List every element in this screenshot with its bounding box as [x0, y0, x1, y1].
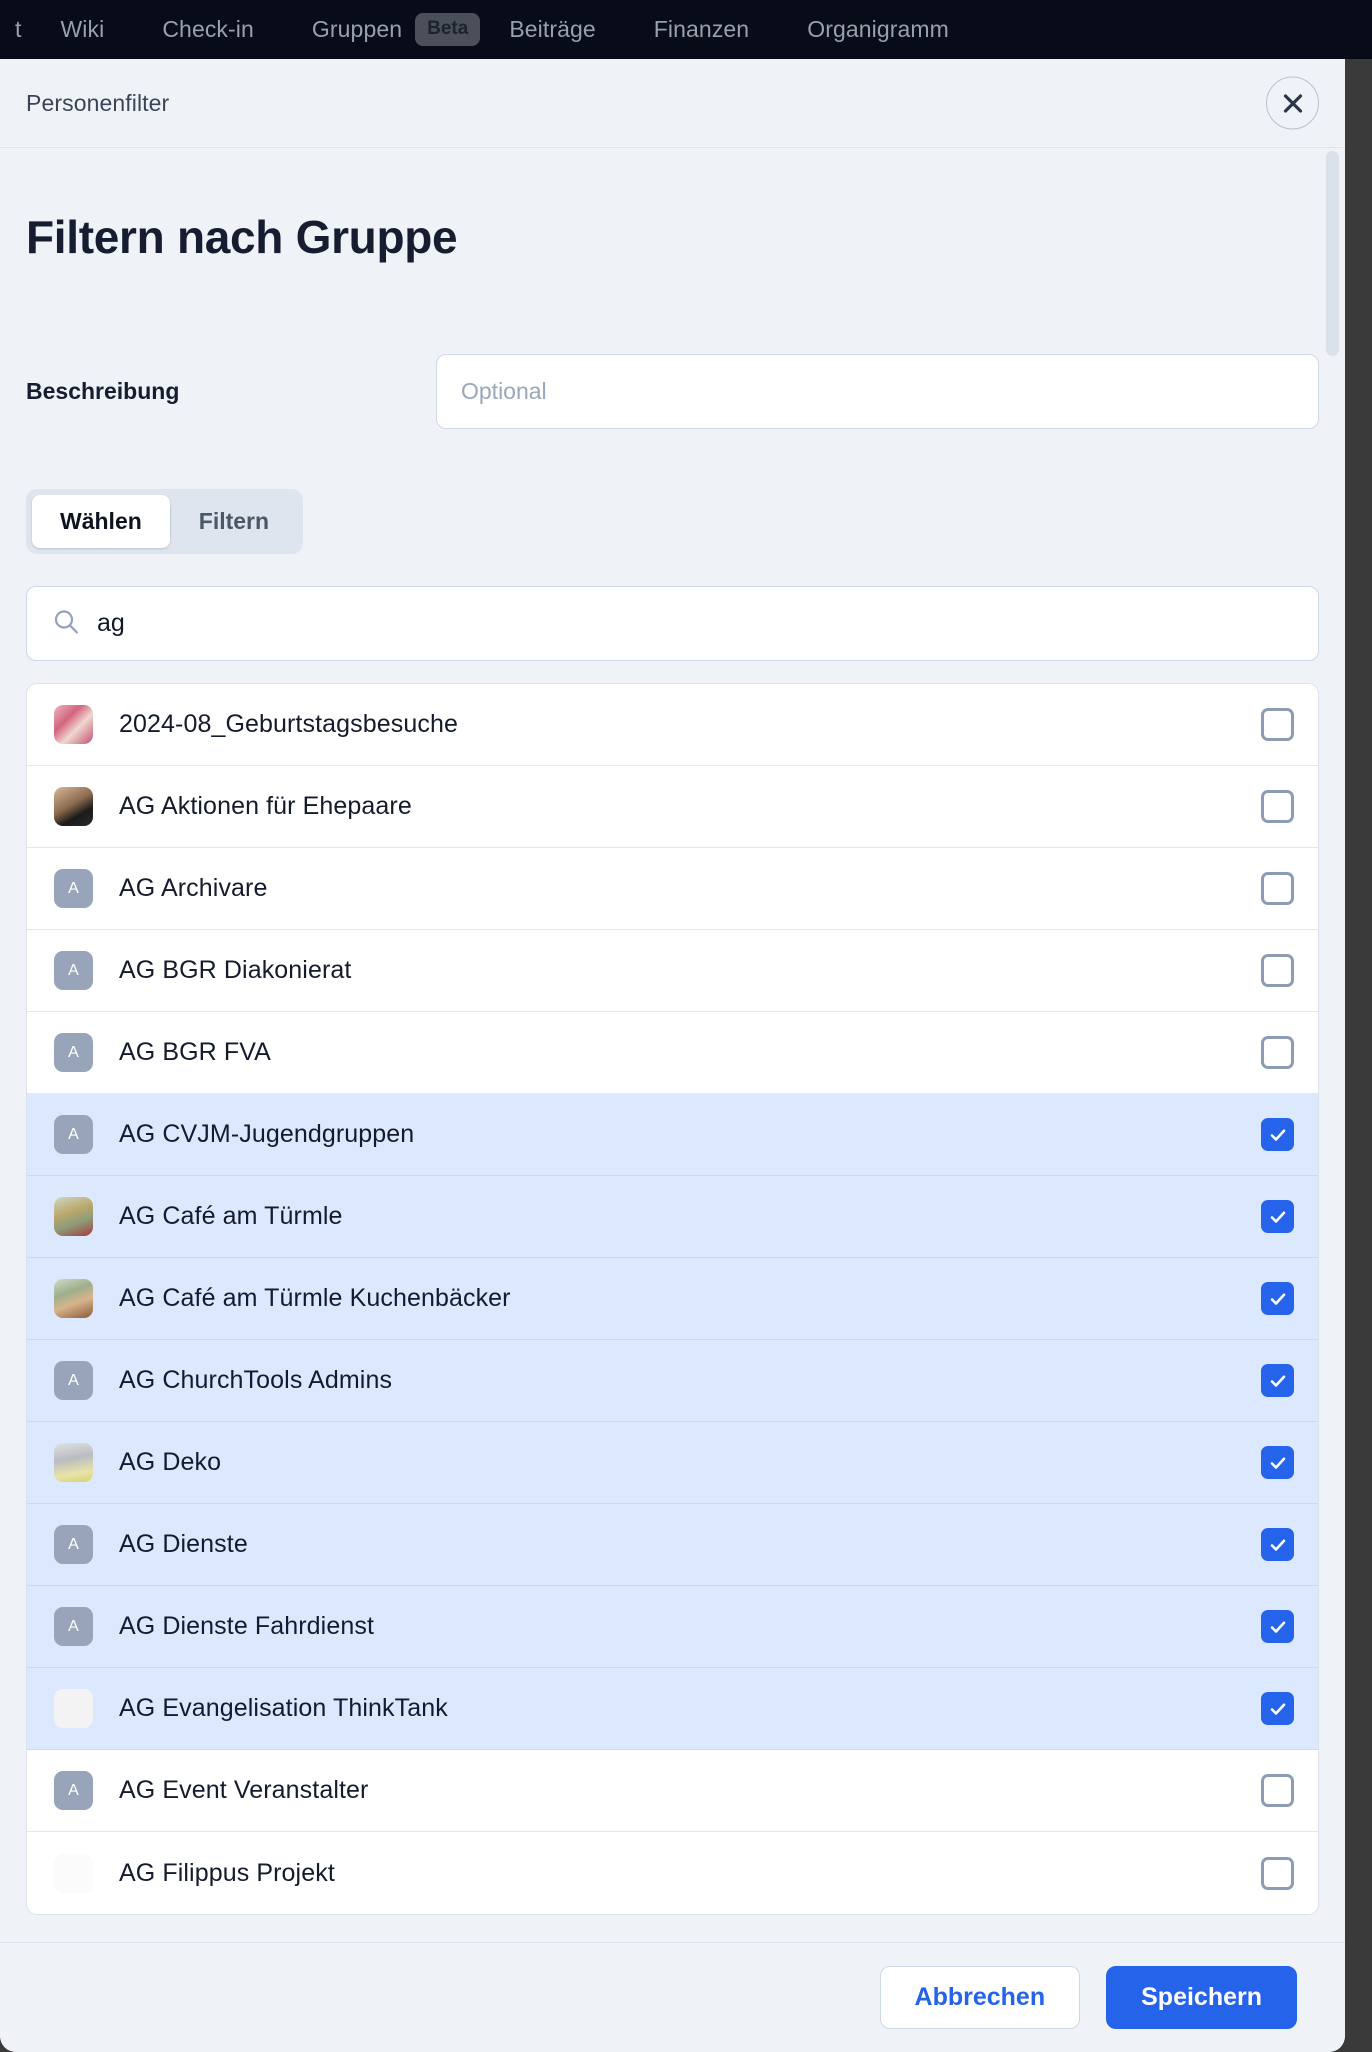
group-avatar-image [54, 1197, 93, 1236]
modal-header-title: Personenfilter [26, 89, 170, 116]
nav-item-wiki[interactable]: Wiki [32, 16, 134, 43]
group-row[interactable]: AG Evangelisation ThinkTank [27, 1668, 1318, 1750]
group-avatar-initial: A [54, 1361, 93, 1400]
group-row[interactable]: A AG Archivare [27, 848, 1318, 930]
group-row[interactable]: AG Café am Türmle Kuchenbäcker [27, 1258, 1318, 1340]
nav-item-beitraege[interactable]: Beiträge [480, 16, 624, 43]
group-label: AG Café am Türmle Kuchenbäcker [119, 1284, 511, 1312]
group-row[interactable]: A AG Dienste [27, 1504, 1318, 1586]
group-checkbox[interactable] [1261, 708, 1294, 741]
group-row[interactable]: A AG CVJM-Jugendgruppen [27, 1094, 1318, 1176]
group-row[interactable]: 2024-08_Geburtstagsbesuche [27, 684, 1318, 766]
group-label: AG Event Veranstalter [119, 1776, 369, 1804]
group-row[interactable]: A AG BGR Diakonierat [27, 930, 1318, 1012]
description-row: Beschreibung [26, 354, 1319, 429]
group-checkbox[interactable] [1261, 790, 1294, 823]
group-label: AG Evangelisation ThinkTank [119, 1694, 448, 1722]
group-checkbox[interactable] [1261, 1446, 1294, 1479]
group-avatar-initial: A [54, 1771, 93, 1810]
save-button[interactable]: Speichern [1106, 1966, 1297, 2029]
group-label: AG Filippus Projekt [119, 1858, 335, 1887]
tab-waehlen[interactable]: Wählen [32, 495, 170, 548]
group-checkbox[interactable] [1261, 1692, 1294, 1725]
group-row[interactable]: AG Deko [27, 1422, 1318, 1504]
group-avatar-image [54, 1443, 93, 1482]
group-checkbox[interactable] [1261, 1610, 1294, 1643]
personenfilter-modal: Personenfilter Filtern nach Gruppe Besch… [0, 59, 1345, 2052]
top-navigation-items: t Wiki Check-in Gruppen Beta Beiträge Fi… [0, 13, 978, 46]
modal-scrollbar[interactable] [1326, 151, 1339, 1931]
nav-item-gruppen[interactable]: Gruppen [283, 16, 431, 43]
group-checkbox[interactable] [1261, 1774, 1294, 1807]
mode-segmented-control: Wählen Filtern [26, 489, 304, 554]
group-label: AG Aktionen für Ehepaare [119, 792, 412, 820]
group-checkbox[interactable] [1261, 872, 1294, 905]
close-icon [1282, 92, 1304, 114]
group-checkbox[interactable] [1261, 1282, 1294, 1315]
group-avatar-initial: A [54, 869, 93, 908]
group-label: AG Café am Türmle [119, 1202, 343, 1230]
group-label: AG Dienste Fahrdienst [119, 1612, 374, 1640]
group-avatar-initial: A [54, 1115, 93, 1154]
cancel-button[interactable]: Abbrechen [879, 1966, 1081, 2029]
group-row[interactable]: AG Aktionen für Ehepaare [27, 766, 1318, 848]
group-avatar-image [54, 787, 93, 826]
group-row[interactable]: A AG ChurchTools Admins [27, 1340, 1318, 1422]
group-avatar-image [54, 1279, 93, 1318]
group-avatar-image [54, 705, 93, 744]
group-label: AG Dienste [119, 1530, 248, 1558]
modal-scrollbar-thumb[interactable] [1326, 151, 1339, 356]
group-avatar-initial: A [54, 1607, 93, 1646]
group-row[interactable]: A AG Event Veranstalter [27, 1750, 1318, 1832]
group-label: AG CVJM-Jugendgruppen [119, 1120, 415, 1148]
group-avatar-initial: A [54, 1033, 93, 1072]
search-input[interactable] [26, 586, 1319, 661]
group-checkbox[interactable] [1261, 1118, 1294, 1151]
nav-item-checkin[interactable]: Check-in [133, 16, 283, 43]
group-label: 2024-08_Geburtstagsbesuche [119, 710, 458, 738]
group-list: 2024-08_Geburtstagsbesuche AG Aktionen fü… [26, 683, 1319, 1915]
group-checkbox[interactable] [1261, 1200, 1294, 1233]
group-label: AG Deko [119, 1448, 222, 1476]
nav-item-truncated[interactable]: t [0, 16, 32, 43]
group-avatar-image [54, 1689, 93, 1728]
group-label: AG BGR FVA [119, 1038, 271, 1066]
modal-body: Filtern nach Gruppe Beschreibung Wählen … [0, 148, 1345, 1968]
close-button[interactable] [1266, 76, 1319, 130]
description-input[interactable] [436, 354, 1319, 429]
tab-filtern[interactable]: Filtern [171, 495, 297, 548]
group-label: AG BGR Diakonierat [119, 956, 352, 984]
group-label: AG ChurchTools Admins [119, 1366, 393, 1394]
search-row [26, 586, 1319, 661]
top-navigation: t Wiki Check-in Gruppen Beta Beiträge Fi… [0, 0, 1372, 59]
group-row[interactable]: A AG Dienste Fahrdienst [27, 1586, 1318, 1668]
modal-header: Personenfilter [0, 59, 1345, 148]
group-checkbox[interactable] [1261, 1364, 1294, 1397]
group-row[interactable]: AG Café am Türmle [27, 1176, 1318, 1258]
description-label: Beschreibung [26, 378, 180, 404]
nav-item-organigramm[interactable]: Organigramm [778, 16, 978, 43]
group-label: AG Archivare [119, 874, 268, 902]
group-avatar-image [54, 1853, 93, 1893]
group-checkbox[interactable] [1261, 1036, 1294, 1069]
group-row[interactable]: AG Filippus Projekt [27, 1832, 1318, 1914]
beta-badge: Beta [415, 13, 481, 46]
group-avatar-initial: A [54, 1525, 93, 1564]
group-row[interactable]: A AG BGR FVA [27, 1012, 1318, 1094]
group-checkbox[interactable] [1261, 954, 1294, 987]
nav-item-finanzen[interactable]: Finanzen [625, 16, 778, 43]
nav-item-gruppen-group[interactable]: Gruppen Beta [283, 13, 481, 46]
page-title: Filtern nach Gruppe [26, 211, 458, 263]
group-checkbox[interactable] [1261, 1528, 1294, 1561]
group-checkbox[interactable] [1261, 1856, 1294, 1890]
app-screen: t Wiki Check-in Gruppen Beta Beiträge Fi… [0, 0, 1372, 2052]
modal-footer: Abbrechen Speichern [0, 1942, 1345, 2052]
group-avatar-initial: A [54, 951, 93, 990]
